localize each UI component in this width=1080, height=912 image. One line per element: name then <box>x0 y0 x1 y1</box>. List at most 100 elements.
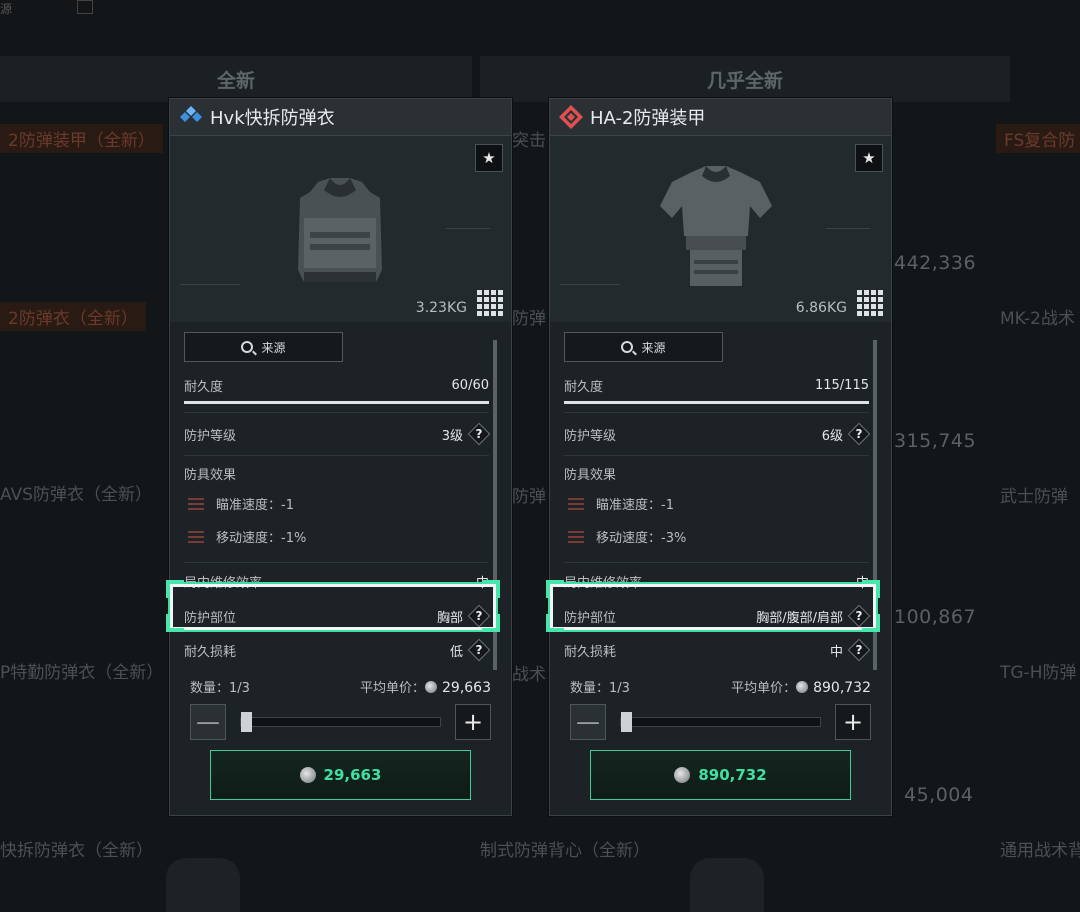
help-icon[interactable]: ? <box>849 424 869 444</box>
wear-value: 低 <box>449 644 463 660</box>
durability-label: 耐久度 <box>564 380 604 395</box>
bg-item-price: 45,004 <box>904 784 974 806</box>
bg-item-name[interactable]: MK-2战术 <box>1000 304 1075 329</box>
help-icon[interactable]: ? <box>469 424 489 444</box>
wear-label: 耐久损耗 <box>184 644 237 660</box>
effect-row: 瞄准速度：-1 <box>568 494 869 513</box>
effect-label: 瞄准速度：-1 <box>216 498 294 513</box>
column-header-almost-new[interactable]: 几乎全新 <box>480 56 1010 102</box>
buy-price: 29,663 <box>323 766 382 784</box>
avg-price-value: 29,663 <box>442 680 491 696</box>
vest-image <box>298 178 382 282</box>
effect-row: 移动速度：-1% <box>188 527 489 546</box>
durability-bar <box>184 401 489 404</box>
highlight-corner <box>166 614 184 632</box>
source-label: 来源 <box>261 340 286 355</box>
avg-price-label: 平均单价： <box>731 681 797 696</box>
increase-button[interactable]: + <box>455 704 491 740</box>
favorite-star-icon[interactable]: ★ <box>855 144 883 172</box>
bg-item-name[interactable]: 通用战术背 <box>1000 836 1080 861</box>
effect-row: 瞄准速度：-1 <box>188 494 489 513</box>
bg-item-name[interactable]: 武士防弹 <box>1000 482 1068 507</box>
durability-value: 60/60 <box>451 378 489 393</box>
grid-size-icon <box>857 290 883 316</box>
column-header-new[interactable]: 全新 <box>0 56 472 102</box>
source-button[interactable]: 来源 <box>564 332 723 362</box>
effect-label: 移动速度：-3% <box>596 531 687 546</box>
bg-item-name[interactable]: FS复合防 <box>996 124 1080 153</box>
effect-bars-icon <box>188 530 204 543</box>
item-weight: 3.23KG <box>415 300 467 316</box>
quantity-label: 数量：1/3 <box>570 681 630 696</box>
bg-item-name[interactable]: 2防弹衣（全新） <box>0 302 146 331</box>
item-weight: 6.86KG <box>795 300 847 316</box>
bg-item-name[interactable]: TG-H防弹 <box>1000 658 1076 683</box>
slider-thumb[interactable] <box>241 712 252 732</box>
highlight-corner <box>166 580 184 598</box>
item-detail-panel-2: HA-2防弹装甲 ★ 6.86KG 来源 耐久度 115/115 防护等级 6级… <box>549 98 892 816</box>
highlight-corner <box>482 614 500 632</box>
coin-icon <box>796 681 809 693</box>
source-button[interactable]: 来源 <box>184 332 343 362</box>
protection-zone-highlight <box>170 584 496 630</box>
decrease-button[interactable]: — <box>570 704 606 740</box>
decrease-button[interactable]: — <box>190 704 226 740</box>
effect-label: 瞄准速度：-1 <box>596 498 674 513</box>
bg-item-name[interactable]: 制式防弹背心（全新） <box>480 836 650 861</box>
coin-icon <box>299 767 316 783</box>
highlight-corner <box>862 580 880 598</box>
help-icon[interactable]: ? <box>849 640 869 660</box>
slider-thumb[interactable] <box>621 712 632 732</box>
market-background: 源 全新 几乎全新 2防弹装甲（全新） FS复合防 2防弹衣（全新） MK-2战… <box>0 0 1080 912</box>
protection-level-label: 防护等级 <box>184 428 237 444</box>
quantity-label: 数量：1/3 <box>190 681 250 696</box>
grid-size-icon <box>477 290 503 316</box>
bg-item-name[interactable]: AVS防弹衣（全新） <box>0 480 152 505</box>
buy-button[interactable]: 890,732 <box>590 750 851 800</box>
quantity-slider[interactable] <box>620 712 821 732</box>
bg-item-price: 315,745 <box>894 430 977 452</box>
help-icon[interactable]: ? <box>469 640 489 660</box>
item-title: HA-2防弹装甲 <box>590 108 706 129</box>
durability-bar <box>564 401 869 404</box>
source-label: 来源 <box>641 340 666 355</box>
bg-item-name: 战术 <box>512 665 546 685</box>
top-checkbox[interactable] <box>77 0 93 14</box>
effect-label: 移动速度：-1% <box>216 531 307 546</box>
item-preview: ★ 3.23KG <box>170 136 511 322</box>
effects-label: 防具效果 <box>184 467 237 483</box>
top-mark: 源 <box>0 2 13 16</box>
coin-icon <box>425 681 437 693</box>
highlight-corner <box>546 580 564 598</box>
highlight-corner <box>546 614 564 632</box>
protection-level-label: 防护等级 <box>564 428 617 444</box>
favorite-star-icon[interactable]: ★ <box>475 144 503 172</box>
item-detail-panel-1: Hvk快拆防弹衣 ★ 3.23KG 来源 耐久度 60/60 防护等级 3级 ?… <box>169 98 512 816</box>
search-icon <box>621 341 634 353</box>
item-preview: ★ 6.86KG <box>550 136 891 322</box>
effect-bars-icon <box>188 497 204 510</box>
bg-vest-image <box>690 858 764 912</box>
bg-item-name[interactable]: 2防弹装甲（全新） <box>0 124 163 153</box>
effect-bars-icon <box>568 497 584 510</box>
bg-item-name[interactable]: 快拆防弹衣（全新） <box>0 836 153 861</box>
increase-button[interactable]: + <box>835 704 871 740</box>
bg-item-price: 442,336 <box>894 252 977 274</box>
highlight-corner <box>862 614 880 632</box>
blue-diamonds-icon <box>178 104 204 130</box>
coin-icon <box>674 767 691 783</box>
effect-bars-icon <box>568 530 584 543</box>
bg-item-name[interactable]: P特勤防弹衣（全新） <box>0 658 163 683</box>
effect-row: 移动速度：-3% <box>568 527 869 546</box>
item-title: Hvk快拆防弹衣 <box>210 108 335 129</box>
bg-item-name: 防弹 <box>512 487 546 507</box>
armor-image <box>660 166 772 286</box>
buy-button[interactable]: 29,663 <box>210 750 471 800</box>
avg-price-label: 平均单价： <box>359 681 425 696</box>
panel-header: Hvk快拆防弹衣 <box>170 99 511 136</box>
quantity-slider[interactable] <box>240 712 441 732</box>
protection-level-value: 3级 <box>441 428 463 444</box>
protection-level-value: 6级 <box>821 428 843 444</box>
red-diamond-icon <box>558 104 584 130</box>
bg-item-name: 突击 <box>512 131 546 151</box>
